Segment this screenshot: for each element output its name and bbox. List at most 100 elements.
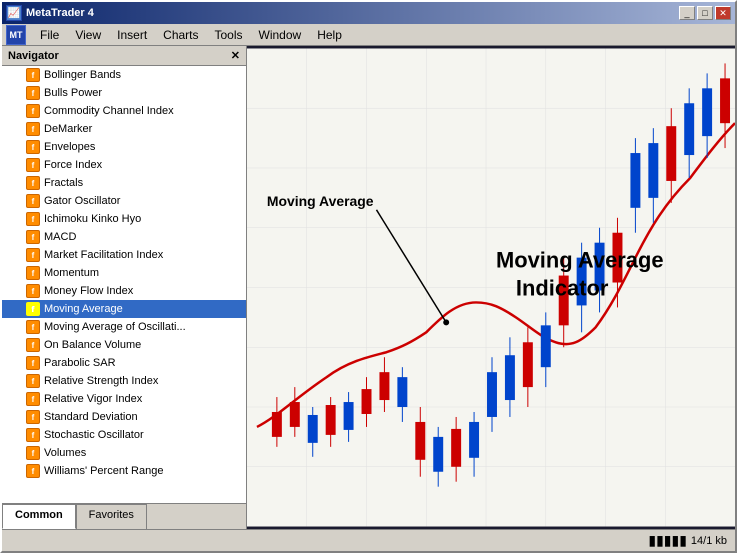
nav-item-williams[interactable]: f Williams' Percent Range (2, 462, 246, 480)
nav-label: Gator Oscillator (44, 195, 120, 207)
indicator-icon: f (26, 176, 40, 190)
nav-label: DeMarker (44, 123, 92, 135)
status-chart-icon: ▮▮▮▮▮ (648, 532, 687, 549)
menu-help[interactable]: Help (309, 26, 350, 44)
indicator-icon: f (26, 356, 40, 370)
indicator-icon: f (26, 212, 40, 226)
nav-item-rsi[interactable]: f Relative Strength Index (2, 372, 246, 390)
main-area: Navigator ✕ f Bollinger Bands f Bulls Po… (2, 46, 735, 529)
nav-item-moving-average-osc[interactable]: f Moving Average of Oscillati... (2, 318, 246, 336)
nav-item-bollinger[interactable]: f Bollinger Bands (2, 66, 246, 84)
nav-label: Momentum (44, 267, 99, 279)
nav-item-moneyflow[interactable]: f Money Flow Index (2, 282, 246, 300)
indicator-icon: f (26, 248, 40, 262)
indicator-icon: f (26, 86, 40, 100)
nav-label: Volumes (44, 447, 86, 459)
indicator-icon: f (26, 338, 40, 352)
menu-tools[interactable]: Tools (207, 26, 251, 44)
nav-item-mfi[interactable]: f Market Facilitation Index (2, 246, 246, 264)
nav-label: Williams' Percent Range (44, 465, 163, 477)
indicator-icon: f (26, 140, 40, 154)
svg-text:Moving Average: Moving Average (496, 248, 664, 273)
nav-item-fractals[interactable]: f Fractals (2, 174, 246, 192)
indicator-icon: f (26, 230, 40, 244)
indicator-icon: f (26, 68, 40, 82)
nav-label: Moving Average (44, 303, 123, 315)
tab-common[interactable]: Common (2, 504, 76, 529)
nav-item-volumes[interactable]: f Volumes (2, 444, 246, 462)
app-icon: 📈 (6, 5, 22, 21)
nav-item-macd[interactable]: f MACD (2, 228, 246, 246)
nav-label: Force Index (44, 159, 102, 171)
indicator-icon: f (26, 410, 40, 424)
navigator-panel: Navigator ✕ f Bollinger Bands f Bulls Po… (2, 46, 247, 529)
nav-item-ichimoku[interactable]: f Ichimoku Kinko Hyo (2, 210, 246, 228)
nav-label: Fractals (44, 177, 83, 189)
indicator-icon: f (26, 320, 40, 334)
nav-label: MACD (44, 231, 76, 243)
indicator-icon: f (26, 446, 40, 460)
menu-insert[interactable]: Insert (109, 26, 155, 44)
nav-label: Bollinger Bands (44, 69, 121, 81)
indicator-icon: f (26, 266, 40, 280)
menu-file[interactable]: File (32, 26, 67, 44)
indicator-icon: f (26, 302, 40, 316)
indicator-icon: f (26, 194, 40, 208)
indicator-icon: f (26, 158, 40, 172)
status-bar: ▮▮▮▮▮ 14/1 kb (2, 529, 735, 551)
indicator-icon: f (26, 392, 40, 406)
svg-text:Indicator: Indicator (516, 275, 609, 300)
maximize-button[interactable]: □ (697, 6, 713, 20)
navigator-tabs: Common Favorites (2, 503, 246, 529)
nav-label: Parabolic SAR (44, 357, 116, 369)
nav-label: Ichimoku Kinko Hyo (44, 213, 141, 225)
indicator-icon: f (26, 122, 40, 136)
main-window: 📈 MetaTrader 4 _ □ ✕ MT File View Insert… (0, 0, 737, 553)
nav-label: Stochastic Oscillator (44, 429, 144, 441)
title-bar: 📈 MetaTrader 4 _ □ ✕ (2, 2, 735, 24)
nav-label: Relative Strength Index (44, 375, 158, 387)
nav-item-cci[interactable]: f Commodity Channel Index (2, 102, 246, 120)
navigator-header: Navigator ✕ (2, 46, 246, 66)
indicator-icon: f (26, 428, 40, 442)
nav-item-obv[interactable]: f On Balance Volume (2, 336, 246, 354)
nav-label: Envelopes (44, 141, 95, 153)
nav-label: Commodity Channel Index (44, 105, 174, 117)
indicator-icon: f (26, 464, 40, 478)
close-button[interactable]: ✕ (715, 6, 731, 20)
nav-item-envelopes[interactable]: f Envelopes (2, 138, 246, 156)
nav-item-stddev[interactable]: f Standard Deviation (2, 408, 246, 426)
status-size: ▮▮▮▮▮ 14/1 kb (648, 532, 727, 549)
menu-view[interactable]: View (67, 26, 109, 44)
navigator-list[interactable]: f Bollinger Bands f Bulls Power f Commod… (2, 66, 246, 503)
nav-item-stochastic[interactable]: f Stochastic Oscillator (2, 426, 246, 444)
chart-area: Moving Average Moving Average Indicator (247, 46, 735, 529)
navigator-close-button[interactable]: ✕ (231, 49, 240, 62)
menu-window[interactable]: Window (251, 26, 310, 44)
title-bar-text: MetaTrader 4 (26, 7, 94, 19)
nav-label: Moving Average of Oscillati... (44, 321, 186, 333)
nav-item-parabolic[interactable]: f Parabolic SAR (2, 354, 246, 372)
title-bar-left: 📈 MetaTrader 4 (6, 5, 94, 21)
menu-bar: MT File View Insert Charts Tools Window … (2, 24, 735, 46)
nav-label: Money Flow Index (44, 285, 133, 297)
nav-label: On Balance Volume (44, 339, 141, 351)
chart-svg: Moving Average Moving Average Indicator (247, 46, 735, 529)
nav-label: Relative Vigor Index (44, 393, 142, 405)
nav-label: Market Facilitation Index (44, 249, 163, 261)
navigator-title: Navigator (8, 50, 59, 62)
indicator-icon: f (26, 104, 40, 118)
menu-app-icon: MT (6, 25, 26, 45)
nav-item-force[interactable]: f Force Index (2, 156, 246, 174)
minimize-button[interactable]: _ (679, 6, 695, 20)
nav-item-momentum[interactable]: f Momentum (2, 264, 246, 282)
nav-item-moving-average[interactable]: f Moving Average (2, 300, 246, 318)
nav-item-gator[interactable]: f Gator Oscillator (2, 192, 246, 210)
nav-item-rvi[interactable]: f Relative Vigor Index (2, 390, 246, 408)
menu-charts[interactable]: Charts (155, 26, 206, 44)
indicator-icon: f (26, 374, 40, 388)
nav-item-demarker[interactable]: f DeMarker (2, 120, 246, 138)
nav-label: Bulls Power (44, 87, 102, 99)
tab-favorites[interactable]: Favorites (76, 504, 147, 529)
nav-item-bulls[interactable]: f Bulls Power (2, 84, 246, 102)
